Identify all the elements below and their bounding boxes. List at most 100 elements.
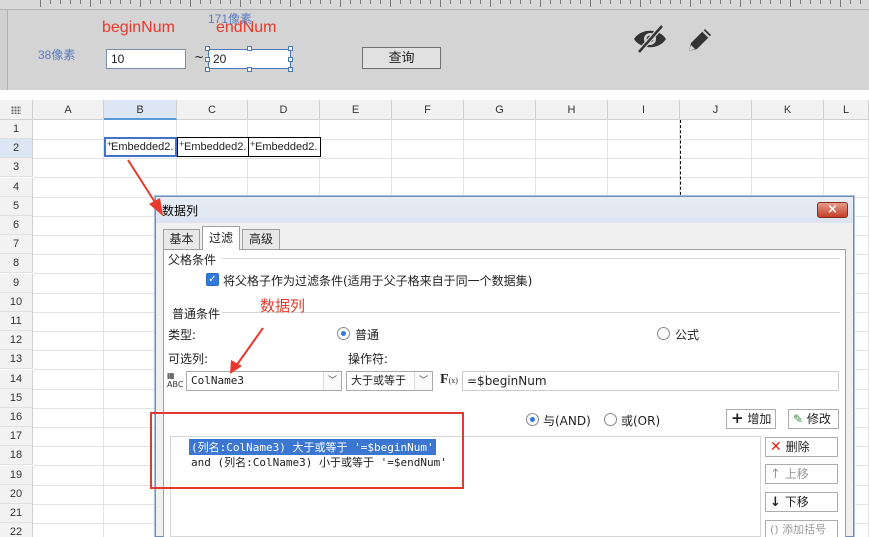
column-header[interactable]: C: [177, 100, 248, 120]
row-header[interactable]: 11: [0, 312, 33, 331]
add-bracket-label: 添加括号: [782, 523, 827, 536]
add-bracket-button[interactable]: () 添加括号: [765, 520, 838, 537]
resize-handle[interactable]: [205, 67, 210, 72]
cell-d2[interactable]: + Embedded2.: [248, 137, 321, 157]
row-header[interactable]: 17: [0, 427, 33, 447]
section-divider: [222, 258, 840, 259]
modify-button[interactable]: ✎ 修改: [788, 409, 839, 429]
dialog-titlebar[interactable]: 数据列 ×: [156, 197, 853, 223]
ruler-tick: [550, 0, 551, 4]
row-header[interactable]: 9: [0, 273, 33, 293]
row-header[interactable]: 14: [0, 369, 33, 389]
row-header[interactable]: 21: [0, 504, 33, 523]
row-header[interactable]: 5: [0, 196, 33, 216]
pencil-icon[interactable]: [685, 25, 715, 58]
and-radio[interactable]: [526, 413, 539, 426]
parent-filter-checkbox[interactable]: ✓: [206, 273, 219, 286]
type-formula-radio[interactable]: [657, 327, 670, 340]
row-header[interactable]: 16: [0, 408, 33, 427]
row-header[interactable]: 4: [0, 177, 33, 197]
move-down-label: 下移: [784, 495, 809, 509]
type-formula-label: 公式: [675, 328, 700, 342]
eye-off-icon[interactable]: [632, 24, 668, 57]
resize-handle[interactable]: [288, 67, 293, 72]
column-header[interactable]: G: [464, 100, 536, 120]
type-normal-radio[interactable]: [337, 327, 350, 340]
cell-b2[interactable]: + Embedded2.: [104, 137, 177, 157]
resize-handle[interactable]: [288, 46, 293, 51]
ruler-tick: [520, 0, 521, 4]
ruler-tick: [410, 0, 411, 4]
ruler-tick: [140, 0, 141, 7]
ruler-tick: [470, 0, 471, 4]
ruler-tick: [310, 0, 311, 4]
row-header[interactable]: 22: [0, 523, 33, 537]
or-radio[interactable]: [604, 413, 617, 426]
resize-handle[interactable]: [247, 46, 252, 51]
tab-basic[interactable]: 基本: [163, 229, 200, 249]
formula-fx-button[interactable]: F(x): [440, 371, 458, 391]
expression-input[interactable]: =$beginNum: [462, 371, 839, 391]
column-header[interactable]: E: [320, 100, 392, 120]
begin-num-input[interactable]: 10: [106, 49, 186, 69]
column-header[interactable]: K: [752, 100, 824, 120]
ruler-tick: [680, 0, 681, 4]
resize-handle[interactable]: [288, 57, 293, 62]
column-header[interactable]: L: [824, 100, 869, 120]
resize-handle[interactable]: [205, 57, 210, 62]
row-header[interactable]: 12: [0, 331, 33, 351]
ruler-tick: [380, 0, 381, 4]
column-annotation-label: 数据列: [260, 298, 306, 315]
add-button[interactable]: + 增加: [726, 409, 776, 429]
row-header[interactable]: 13: [0, 350, 33, 370]
row-header[interactable]: 7: [0, 235, 33, 255]
row-header[interactable]: 2: [0, 139, 33, 159]
ruler-tick: [260, 0, 261, 4]
column-header[interactable]: J: [680, 100, 752, 120]
ruler-tick: [690, 0, 691, 7]
tab-advanced[interactable]: 高级: [242, 229, 280, 249]
ruler-tick: [710, 0, 711, 4]
ruler-tick: [130, 0, 131, 4]
close-button[interactable]: ×: [817, 202, 848, 218]
end-num-input[interactable]: 20: [208, 49, 291, 69]
ruler-tick: [850, 0, 851, 4]
select-all-corner[interactable]: [0, 100, 33, 120]
row-header[interactable]: 10: [0, 292, 33, 312]
operator-select[interactable]: 大于或等于 ﹀: [346, 371, 433, 391]
move-up-button[interactable]: ↑ 上移: [765, 464, 838, 484]
row-header[interactable]: 6: [0, 216, 33, 235]
row-header[interactable]: 1: [0, 120, 33, 139]
row-header[interactable]: 18: [0, 446, 33, 466]
dialog-title: 数据列: [162, 204, 199, 218]
column-header[interactable]: I: [608, 100, 680, 120]
ruler-tick: [720, 0, 721, 4]
row-header[interactable]: 19: [0, 465, 33, 485]
tab-filter[interactable]: 过滤: [202, 226, 240, 250]
resize-handle[interactable]: [205, 46, 210, 51]
ruler-tick: [150, 0, 151, 4]
column-header[interactable]: A: [33, 100, 104, 120]
row-header[interactable]: 3: [0, 158, 33, 178]
ruler-tick: [820, 0, 821, 4]
move-down-button[interactable]: ↓ 下移: [765, 492, 838, 512]
row-header[interactable]: 20: [0, 484, 33, 504]
column-select[interactable]: ColName3 ﹀: [186, 371, 342, 391]
ruler-tick: [240, 0, 241, 7]
column-header[interactable]: F: [392, 100, 464, 120]
ruler-tick: [210, 0, 211, 4]
resize-handle[interactable]: [247, 67, 252, 72]
column-header[interactable]: D: [248, 100, 320, 120]
column-header[interactable]: B: [104, 100, 177, 120]
delete-x-icon: ✕: [770, 439, 782, 455]
delete-button[interactable]: ✕ 删除: [765, 437, 838, 457]
cell-c2[interactable]: + Embedded2.: [177, 137, 249, 157]
query-button[interactable]: 查询: [362, 47, 441, 69]
ruler-tick: [780, 0, 781, 4]
row-header[interactable]: 8: [0, 254, 33, 274]
operator-label: 操作符:: [348, 352, 389, 366]
ruler-tick: [200, 0, 201, 4]
column-header[interactable]: H: [536, 100, 608, 120]
row-header[interactable]: 15: [0, 388, 33, 408]
ruler-tick: [330, 0, 331, 4]
